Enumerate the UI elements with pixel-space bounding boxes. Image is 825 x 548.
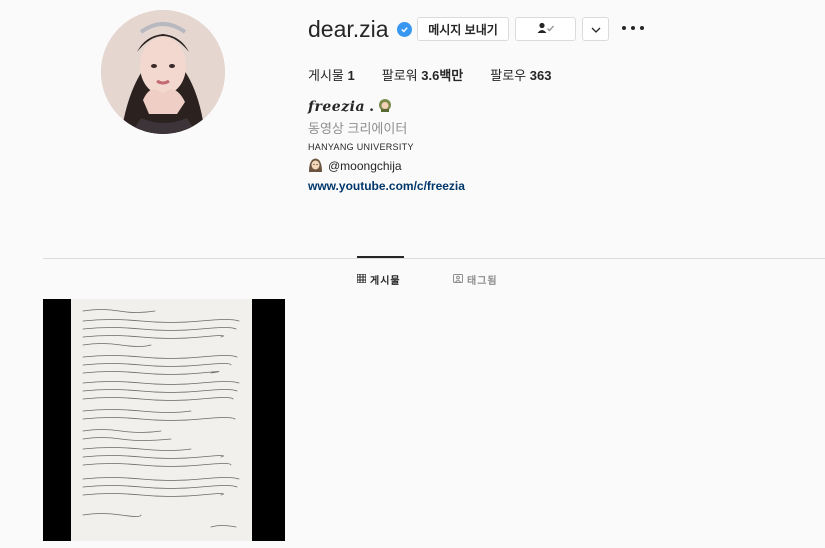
posts-count: 게시물 1 — [308, 68, 355, 83]
tab-posts[interactable]: 게시물 — [356, 272, 401, 287]
emoji-icon — [378, 98, 392, 116]
grid-icon — [356, 272, 367, 286]
suggested-accounts-button[interactable] — [582, 17, 609, 41]
tab-tagged[interactable]: 태그됨 — [453, 272, 498, 287]
followers-count[interactable]: 팔로워 3.6백만 — [382, 65, 464, 84]
profile-username-row: dear.zia — [308, 16, 412, 43]
profile-username: dear.zia — [308, 16, 389, 42]
following-status-button[interactable] — [515, 17, 576, 41]
profile-avatar[interactable] — [101, 10, 225, 134]
tag-portrait-icon — [453, 273, 463, 286]
website-link[interactable]: www.youtube.com/c/freezia — [308, 179, 465, 193]
tab-tagged-label: 태그됨 — [467, 276, 498, 287]
profile-stats: 게시물 1 팔로워 3.6백만 팔로우 363 — [308, 65, 578, 84]
tabs-divider — [43, 258, 825, 259]
profile-category: 동영상 크리에이터 — [308, 121, 408, 136]
verified-badge-icon — [396, 22, 412, 37]
message-button[interactable]: 메시지 보내기 — [417, 17, 509, 41]
profile-bio-line: HANYANG UNIVERSITY — [308, 142, 414, 152]
more-horizontal-icon[interactable] — [622, 19, 644, 37]
person-check-icon — [537, 22, 555, 37]
profile-full-name-row: freezia . — [308, 98, 392, 116]
handwritten-letter-image — [71, 299, 252, 541]
avatar-image — [101, 10, 225, 134]
profile-full-name: freezia — [308, 99, 366, 115]
mention-link[interactable]: @moongchija — [328, 159, 402, 173]
profile-mention-row: @moongchija — [308, 157, 402, 175]
chevron-down-icon — [591, 22, 601, 36]
post-thumbnail[interactable] — [43, 299, 285, 541]
tab-posts-label: 게시물 — [370, 276, 401, 287]
active-tab-indicator — [357, 256, 404, 258]
following-count[interactable]: 팔로우 363 — [490, 65, 551, 84]
face-emoji-icon — [308, 157, 323, 175]
